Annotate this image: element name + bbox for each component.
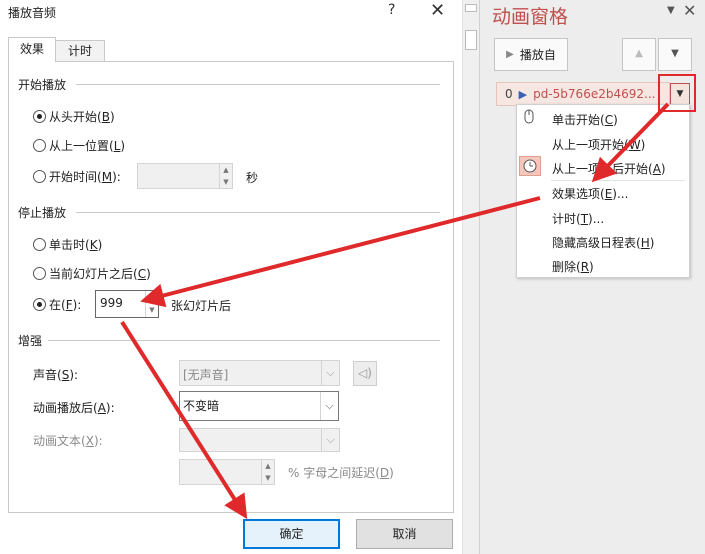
pane-close-icon[interactable]: ✕: [683, 1, 696, 20]
tab-timing[interactable]: 计时: [55, 40, 105, 62]
after-animation-select[interactable]: 不变暗 ⌵: [179, 391, 339, 421]
move-down-button[interactable]: ▼: [658, 38, 692, 71]
speaker-icon[interactable]: ◁): [353, 361, 377, 386]
sound-label: 声音(S):: [33, 368, 79, 382]
scrollbar-thumb[interactable]: [465, 4, 477, 12]
menu-item-effect-options[interactable]: 效果选项(E)...: [552, 185, 628, 202]
radio-from-last-position[interactable]: 从上一位置(L): [33, 137, 125, 154]
context-menu: 单击开始(C) 从上一项开始(W) 从上一项之后开始(A) 效果选项(E)...…: [516, 104, 690, 278]
menu-item-remove[interactable]: 删除(R): [552, 258, 594, 275]
radio-start-time[interactable]: 开始时间(M):: [33, 168, 121, 185]
menu-item-hide-timeline[interactable]: 隐藏高级日程表(H): [552, 234, 654, 251]
close-button[interactable]: ✕: [430, 0, 445, 22]
chevron-down-icon: ⌵: [320, 392, 338, 420]
scrollbar-thumb[interactable]: [465, 30, 477, 50]
radio-from-beginning[interactable]: 从头开始(B): [33, 108, 115, 125]
spinner-arrows[interactable]: ▲ ▼: [261, 460, 274, 484]
dialog-title: 播放音频: [8, 6, 57, 20]
play-from-button[interactable]: ▶ 播放自: [494, 38, 568, 71]
animation-list-item[interactable]: 0 ▶ pd-5b766e2b4692...: [496, 82, 670, 106]
spinner-arrows[interactable]: ▲ ▼: [145, 291, 158, 317]
radio-indicator: [33, 298, 46, 311]
menu-separator: [551, 180, 685, 181]
radio-after-current-slide[interactable]: 当前幻灯片之后(C): [33, 265, 151, 282]
play-icon: ▶: [506, 49, 514, 60]
radio-indicator: [33, 139, 46, 152]
item-index: 0: [505, 87, 513, 101]
delay-label: % 字母之间延迟(D): [288, 466, 394, 480]
slides-suffix: 张幻灯片后: [171, 299, 232, 313]
after-animation-label: 动画播放后(A):: [33, 401, 115, 415]
menu-item-start-on-click[interactable]: 单击开始(C): [552, 111, 618, 128]
item-name: pd-5b766e2b4692...: [533, 87, 656, 101]
start-group-label: 开始播放: [18, 76, 71, 93]
radio-indicator: [33, 238, 46, 251]
radio-on-click[interactable]: 单击时(K): [33, 236, 102, 253]
delay-spinner[interactable]: ▲ ▼: [179, 459, 275, 485]
menu-item-timing[interactable]: 计时(T)...: [552, 210, 604, 227]
start-time-spinner[interactable]: ▲ ▼: [137, 163, 233, 189]
group-divider: [48, 340, 440, 341]
move-up-button[interactable]: ▲: [622, 38, 656, 71]
clock-icon: [519, 156, 541, 176]
menu-item-start-with-previous[interactable]: 从上一项开始(W): [552, 136, 645, 153]
animate-text-select[interactable]: ⌵: [179, 428, 340, 452]
pane-options-icon[interactable]: ▼: [667, 5, 675, 16]
animate-text-label: 动画文本(X):: [33, 434, 103, 448]
mouse-icon: [519, 108, 539, 126]
tab-effect[interactable]: 效果: [8, 37, 56, 62]
menu-item-start-after-previous[interactable]: 从上一项之后开始(A): [552, 160, 666, 177]
stop-group-label: 停止播放: [18, 204, 71, 221]
radio-indicator: [33, 267, 46, 280]
spinner-arrows[interactable]: ▲ ▼: [219, 164, 232, 188]
slides-count-input[interactable]: 999 ▲ ▼: [95, 290, 159, 318]
seconds-unit: 秒: [246, 171, 259, 185]
pane-title: 动画窗格: [492, 6, 569, 28]
group-divider: [76, 212, 440, 213]
scrollbar[interactable]: [462, 0, 479, 554]
chevron-down-icon: ⌵: [321, 429, 339, 451]
highlight-box: [658, 74, 696, 112]
enhance-group-label: 增强: [18, 332, 47, 349]
group-divider: [76, 84, 440, 85]
radio-indicator: [33, 110, 46, 123]
cancel-button[interactable]: 取消: [356, 519, 453, 549]
help-button[interactable]: ?: [388, 2, 395, 18]
radio-indicator: [33, 170, 46, 183]
play-icon: ▶: [518, 87, 528, 101]
radio-after-n-slides[interactable]: 在(F):: [33, 296, 81, 313]
sound-select[interactable]: [无声音] ⌵: [179, 360, 340, 386]
chevron-down-icon: ⌵: [321, 361, 339, 385]
ok-button[interactable]: 确定: [243, 519, 340, 549]
